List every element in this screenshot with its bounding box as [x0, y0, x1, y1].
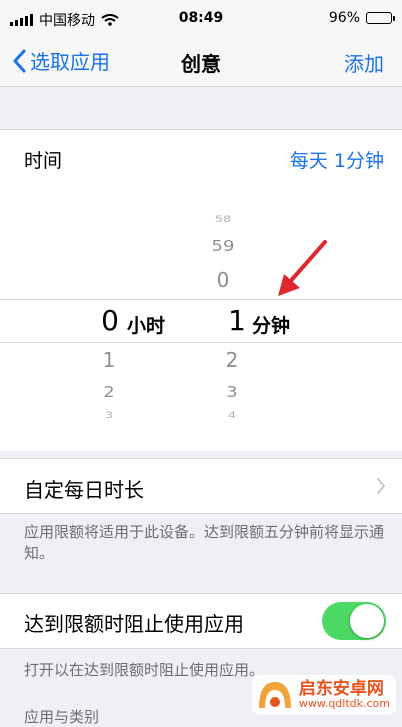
- custom-daily-duration-row[interactable]: 自定每日时长: [0, 458, 402, 514]
- page-title: 创意: [181, 52, 221, 76]
- minute-option[interactable]: 58: [208, 214, 238, 225]
- status-right: 96%: [328, 10, 395, 26]
- minute-option[interactable]: 0: [208, 268, 238, 292]
- section-spacer: [0, 87, 402, 130]
- block-footnote: 打开以在达到限额时阻止使用应用。: [24, 661, 265, 679]
- minute-unit: 分钟: [252, 315, 291, 337]
- navigation-bar: 选取应用 创意 添加: [0, 38, 402, 87]
- block-at-limit-toggle[interactable]: [322, 602, 386, 640]
- minute-option[interactable]: 59: [208, 238, 238, 256]
- watermark-logo-icon: [258, 682, 291, 708]
- minute-option[interactable]: 4: [217, 410, 247, 421]
- hour-option[interactable]: 1: [94, 348, 124, 372]
- minute-option[interactable]: 3: [217, 384, 247, 402]
- custom-daily-label: 自定每日时长: [24, 478, 144, 502]
- block-at-limit-row: 达到限额时阻止使用应用: [0, 593, 402, 649]
- minute-selected[interactable]: 1: [222, 304, 252, 337]
- battery-icon: [366, 12, 395, 24]
- watermark-title: 启东安卓网: [298, 678, 384, 699]
- chevron-right-icon: [377, 478, 385, 494]
- battery-percent: 96%: [328, 10, 360, 26]
- add-button[interactable]: 添加: [344, 48, 384, 77]
- hour-option[interactable]: 3: [94, 410, 124, 421]
- time-row[interactable]: 时间 每天 1分钟: [0, 130, 402, 186]
- status-bar: 中国移动 08:49 96%: [0, 0, 402, 38]
- hour-unit: 小时: [127, 315, 166, 337]
- hour-option[interactable]: 2: [94, 384, 124, 402]
- watermark: 启东安卓网 www.qdltdk.com: [251, 675, 396, 715]
- limit-footnote: 应用限额将适用于此设备。达到限额五分钟前将显示通知。: [24, 523, 385, 562]
- minute-option[interactable]: 2: [217, 348, 247, 372]
- time-value: 每天 1分钟: [289, 150, 384, 172]
- apps-categories-header: 应用与类别: [24, 708, 100, 726]
- time-label: 时间: [24, 150, 63, 172]
- duration-picker[interactable]: 58 59 0 0 小时 1 分钟 1 2 3 2 3 4: [0, 186, 402, 451]
- watermark-url: www.qdltdk.com: [298, 697, 390, 711]
- block-at-limit-label: 达到限额时阻止使用应用: [24, 612, 244, 636]
- picker-selection-band: [0, 299, 402, 343]
- annotation-arrow-icon: [278, 240, 327, 296]
- toggle-knob: [350, 604, 384, 638]
- hour-selected[interactable]: 0: [95, 304, 125, 337]
